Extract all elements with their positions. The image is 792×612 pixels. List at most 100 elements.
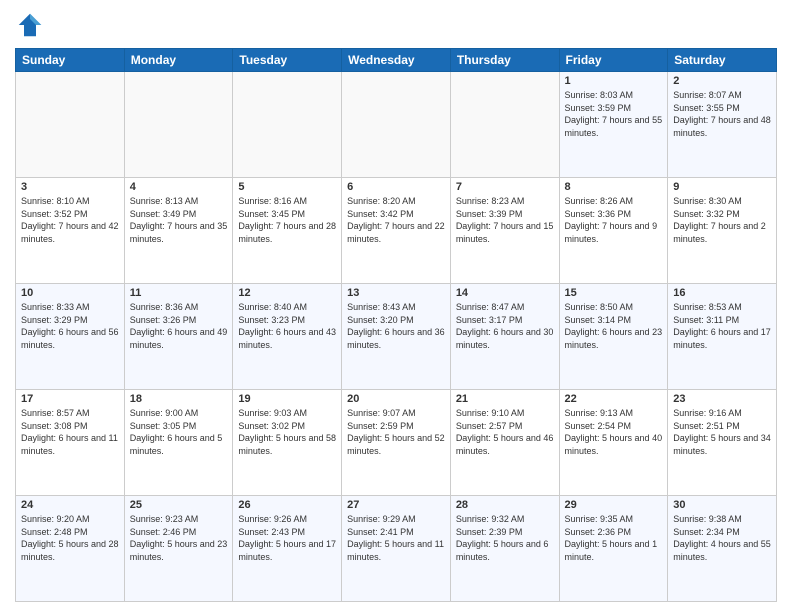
day-info: Sunrise: 8:03 AMSunset: 3:59 PMDaylight:… [565,89,663,139]
calendar-week-1: 1 Sunrise: 8:03 AMSunset: 3:59 PMDaylight… [16,72,777,178]
day-number: 3 [21,181,119,193]
day-number: 15 [565,287,663,299]
day-info: Sunrise: 8:30 AMSunset: 3:32 PMDaylight:… [673,195,771,245]
day-info: Sunrise: 9:29 AMSunset: 2:41 PMDaylight:… [347,513,445,563]
day-number: 18 [130,393,228,405]
day-info: Sunrise: 8:10 AMSunset: 3:52 PMDaylight:… [21,195,119,245]
day-number: 26 [238,499,336,511]
day-number: 27 [347,499,445,511]
calendar-table: SundayMondayTuesdayWednesdayThursdayFrid… [15,48,777,602]
calendar-cell-empty [342,72,451,178]
day-number: 13 [347,287,445,299]
day-info: Sunrise: 8:23 AMSunset: 3:39 PMDaylight:… [456,195,554,245]
calendar-cell-9: 9 Sunrise: 8:30 AMSunset: 3:32 PMDaylight… [668,178,777,284]
calendar-cell-17: 17 Sunrise: 8:57 AMSunset: 3:08 PMDayligh… [16,390,125,496]
calendar-cell-8: 8 Sunrise: 8:26 AMSunset: 3:36 PMDaylight… [559,178,668,284]
day-info: Sunrise: 8:47 AMSunset: 3:17 PMDaylight:… [456,301,554,351]
calendar-cell-12: 12 Sunrise: 8:40 AMSunset: 3:23 PMDayligh… [233,284,342,390]
day-number: 23 [673,393,771,405]
day-number: 24 [21,499,119,511]
calendar-cell-24: 24 Sunrise: 9:20 AMSunset: 2:48 PMDayligh… [16,496,125,602]
day-info: Sunrise: 9:00 AMSunset: 3:05 PMDaylight:… [130,407,228,457]
calendar-cell-21: 21 Sunrise: 9:10 AMSunset: 2:57 PMDayligh… [450,390,559,496]
calendar-cell-15: 15 Sunrise: 8:50 AMSunset: 3:14 PMDayligh… [559,284,668,390]
day-info: Sunrise: 8:53 AMSunset: 3:11 PMDaylight:… [673,301,771,351]
calendar-cell-13: 13 Sunrise: 8:43 AMSunset: 3:20 PMDayligh… [342,284,451,390]
calendar-cell-22: 22 Sunrise: 9:13 AMSunset: 2:54 PMDayligh… [559,390,668,496]
day-info: Sunrise: 8:07 AMSunset: 3:55 PMDaylight:… [673,89,771,139]
calendar-week-5: 24 Sunrise: 9:20 AMSunset: 2:48 PMDayligh… [16,496,777,602]
day-number: 5 [238,181,336,193]
day-info: Sunrise: 9:20 AMSunset: 2:48 PMDaylight:… [21,513,119,563]
day-number: 10 [21,287,119,299]
day-info: Sunrise: 9:23 AMSunset: 2:46 PMDaylight:… [130,513,228,563]
calendar-cell-14: 14 Sunrise: 8:47 AMSunset: 3:17 PMDayligh… [450,284,559,390]
calendar-cell-23: 23 Sunrise: 9:16 AMSunset: 2:51 PMDayligh… [668,390,777,496]
day-header-friday: Friday [559,49,668,72]
day-number: 8 [565,181,663,193]
day-info: Sunrise: 9:35 AMSunset: 2:36 PMDaylight:… [565,513,663,563]
day-number: 1 [565,75,663,87]
day-info: Sunrise: 9:10 AMSunset: 2:57 PMDaylight:… [456,407,554,457]
day-info: Sunrise: 8:13 AMSunset: 3:49 PMDaylight:… [130,195,228,245]
day-number: 21 [456,393,554,405]
calendar-cell-29: 29Sunrise: 9:35 AMSunset: 2:36 PMDayligh… [559,496,668,602]
calendar-cell-11: 11 Sunrise: 8:36 AMSunset: 3:26 PMDayligh… [124,284,233,390]
day-number: 9 [673,181,771,193]
calendar-cell-18: 18 Sunrise: 9:00 AMSunset: 3:05 PMDayligh… [124,390,233,496]
day-info: Sunrise: 8:26 AMSunset: 3:36 PMDaylight:… [565,195,663,245]
day-info: Sunrise: 9:03 AMSunset: 3:02 PMDaylight:… [238,407,336,457]
day-number: 20 [347,393,445,405]
day-number: 14 [456,287,554,299]
calendar-cell-28: 28 Sunrise: 9:32 AMSunset: 2:39 PMDayligh… [450,496,559,602]
day-number: 6 [347,181,445,193]
calendar-week-2: 3 Sunrise: 8:10 AMSunset: 3:52 PMDaylight… [16,178,777,284]
day-info: Sunrise: 8:40 AMSunset: 3:23 PMDaylight:… [238,301,336,351]
calendar-cell-7: 7 Sunrise: 8:23 AMSunset: 3:39 PMDaylight… [450,178,559,284]
day-header-tuesday: Tuesday [233,49,342,72]
day-info: Sunrise: 9:07 AMSunset: 2:59 PMDaylight:… [347,407,445,457]
calendar-cell-empty [16,72,125,178]
calendar-cell-25: 25 Sunrise: 9:23 AMSunset: 2:46 PMDayligh… [124,496,233,602]
logo-icon [15,10,45,40]
day-number: 4 [130,181,228,193]
day-info: Sunrise: 8:57 AMSunset: 3:08 PMDaylight:… [21,407,119,457]
calendar-cell-26: 26 Sunrise: 9:26 AMSunset: 2:43 PMDayligh… [233,496,342,602]
day-header-monday: Monday [124,49,233,72]
day-info: Sunrise: 9:38 AMSunset: 2:34 PMDaylight:… [673,513,771,563]
logo [15,10,49,40]
day-info: Sunrise: 9:32 AMSunset: 2:39 PMDaylight:… [456,513,554,563]
calendar-cell-20: 20 Sunrise: 9:07 AMSunset: 2:59 PMDayligh… [342,390,451,496]
day-number: 19 [238,393,336,405]
day-number: 7 [456,181,554,193]
day-info: Sunrise: 8:20 AMSunset: 3:42 PMDaylight:… [347,195,445,245]
calendar-cell-5: 5Sunrise: 8:16 AMSunset: 3:45 PMDaylight… [233,178,342,284]
day-number: 12 [238,287,336,299]
calendar-week-4: 17 Sunrise: 8:57 AMSunset: 3:08 PMDayligh… [16,390,777,496]
calendar-cell-1: 1 Sunrise: 8:03 AMSunset: 3:59 PMDaylight… [559,72,668,178]
day-info: Sunrise: 8:43 AMSunset: 3:20 PMDaylight:… [347,301,445,351]
day-number: 16 [673,287,771,299]
calendar-cell-16: 16 Sunrise: 8:53 AMSunset: 3:11 PMDayligh… [668,284,777,390]
calendar-cell-3: 3 Sunrise: 8:10 AMSunset: 3:52 PMDaylight… [16,178,125,284]
day-number: 17 [21,393,119,405]
day-info: Sunrise: 9:16 AMSunset: 2:51 PMDaylight:… [673,407,771,457]
day-info: Sunrise: 9:13 AMSunset: 2:54 PMDaylight:… [565,407,663,457]
day-number: 11 [130,287,228,299]
calendar-cell-empty [124,72,233,178]
header [15,10,777,40]
day-number: 28 [456,499,554,511]
calendar-cell-19: 19 Sunrise: 9:03 AMSunset: 3:02 PMDayligh… [233,390,342,496]
day-number: 22 [565,393,663,405]
day-header-saturday: Saturday [668,49,777,72]
day-number: 30 [673,499,771,511]
calendar-cell-10: 10 Sunrise: 8:33 AMSunset: 3:29 PMDayligh… [16,284,125,390]
day-info: Sunrise: 8:50 AMSunset: 3:14 PMDaylight:… [565,301,663,351]
calendar-cell-30: 30 Sunrise: 9:38 AMSunset: 2:34 PMDayligh… [668,496,777,602]
page: SundayMondayTuesdayWednesdayThursdayFrid… [0,0,792,612]
day-info: Sunrise: 8:36 AMSunset: 3:26 PMDaylight:… [130,301,228,351]
day-info: Sunrise: 8:33 AMSunset: 3:29 PMDaylight:… [21,301,119,351]
calendar-header-row: SundayMondayTuesdayWednesdayThursdayFrid… [16,49,777,72]
day-info: Sunrise: 9:26 AMSunset: 2:43 PMDaylight:… [238,513,336,563]
day-number: 25 [130,499,228,511]
